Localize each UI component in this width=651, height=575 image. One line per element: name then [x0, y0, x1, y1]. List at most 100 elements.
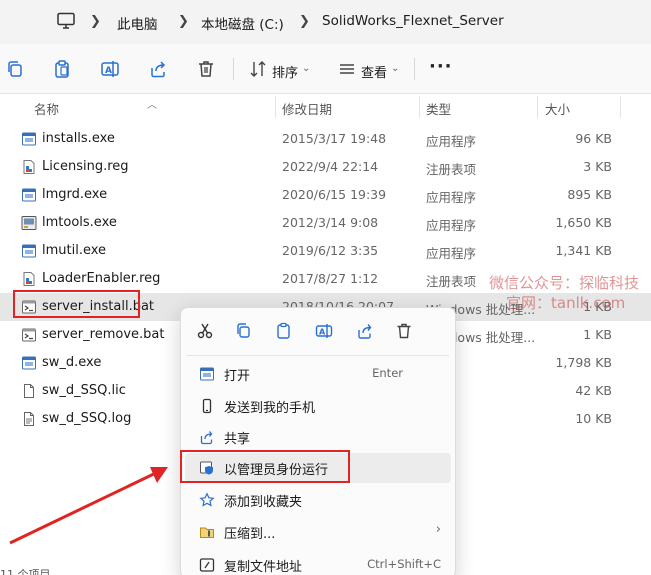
column-header-row: 名称 修改日期 类型 大小 — [0, 94, 651, 120]
menu-item-compress[interactable]: 压缩到... › — [185, 517, 451, 547]
paste-icon[interactable] — [275, 322, 293, 340]
menu-item-add-to-favorites[interactable]: 添加到收藏夹 — [185, 485, 451, 515]
breadcrumb-folder[interactable]: SolidWorks_Flexnet_Server — [322, 13, 504, 29]
file-type: 应用程序 — [426, 218, 477, 233]
column-divider[interactable] — [537, 96, 538, 118]
rename-icon[interactable]: A — [315, 322, 333, 340]
column-divider[interactable] — [275, 96, 276, 118]
file-size: 895 KB — [567, 187, 612, 202]
file-name: LoaderEnabler.reg — [42, 271, 161, 286]
file-name: sw_d_SSQ.lic — [42, 383, 126, 398]
column-header-name[interactable]: 名称 — [34, 99, 59, 118]
share-icon[interactable] — [356, 322, 374, 340]
file-name: sw_d.exe — [42, 355, 102, 370]
selected-file-highlight — [13, 290, 140, 318]
chevron-right-icon: ❯ — [90, 14, 101, 29]
breadcrumb-this-pc[interactable]: 此电脑 — [117, 13, 158, 33]
svg-text:A: A — [319, 328, 326, 337]
menu-item-label: 打开 — [224, 369, 251, 384]
menu-item-label: 复制文件地址 — [224, 560, 303, 575]
svg-text:A: A — [105, 66, 112, 76]
menu-item-label: 添加到收藏夹 — [224, 495, 303, 510]
chevron-right-icon: › — [435, 522, 441, 537]
reg-icon — [23, 160, 35, 174]
exe-icon — [21, 216, 37, 230]
file-row[interactable]: lmgrd.exe 2020/6/15 19:39 应用程序 895 KB — [0, 181, 651, 209]
file-row[interactable]: Licensing.reg 2022/9/4 22:14 注册表项 3 KB — [0, 153, 651, 181]
menu-item-share[interactable]: 共享 — [185, 422, 451, 452]
file-size: 10 KB — [575, 411, 612, 426]
file-type: 应用程序 — [426, 246, 477, 261]
more-options-icon[interactable]: ··· — [429, 56, 453, 77]
watermark-wechat: 微信公众号：探临科技 — [489, 274, 640, 292]
text-file-icon — [24, 412, 34, 426]
cut-icon[interactable] — [196, 322, 214, 340]
file-name: installs.exe — [42, 131, 115, 146]
toolbar-divider — [233, 58, 234, 80]
paste-icon[interactable] — [52, 59, 72, 79]
column-divider[interactable] — [419, 96, 420, 118]
share-icon[interactable] — [148, 59, 168, 79]
sort-icon[interactable] — [248, 59, 268, 79]
file-date: 2015/3/17 19:48 — [282, 131, 387, 146]
menu-item-send-to-phone[interactable]: 发送到我的手机 — [185, 391, 451, 421]
file-row[interactable]: lmutil.exe 2019/6/12 3:35 应用程序 1,341 KB — [0, 237, 651, 265]
file-type: 注册表项 — [426, 162, 477, 177]
star-icon — [199, 492, 215, 507]
file-icon — [24, 384, 34, 398]
context-menu-divider — [187, 355, 449, 356]
exe-icon — [22, 132, 36, 146]
file-size: 1 KB — [583, 327, 612, 342]
view-icon[interactable] — [337, 59, 357, 79]
file-size: 1,798 KB — [555, 355, 612, 370]
copy-icon[interactable] — [235, 322, 253, 340]
file-name: lmtools.exe — [42, 215, 117, 230]
run-as-admin-highlight — [180, 450, 350, 483]
reg-icon — [23, 272, 35, 286]
sort-button[interactable]: 排序 — [272, 62, 298, 81]
menu-item-copy-path[interactable]: 复制文件地址 Ctrl+Shift+C — [185, 550, 451, 575]
file-type: 应用程序 — [426, 190, 477, 205]
delete-icon[interactable] — [196, 59, 216, 79]
column-header-type[interactable]: 类型 — [426, 99, 451, 118]
view-button[interactable]: 查看 — [361, 62, 387, 81]
annotation-arrow-icon — [9, 467, 168, 545]
file-name: lmgrd.exe — [42, 187, 108, 202]
chevron-down-icon: ⌄ — [302, 63, 311, 74]
exe-icon — [22, 356, 36, 370]
file-date: 2012/3/14 9:08 — [282, 215, 379, 230]
sort-ascending-icon: ︿ — [147, 100, 157, 111]
bat-icon — [22, 328, 36, 342]
exe-icon — [22, 188, 36, 202]
column-header-size[interactable]: 大小 — [545, 99, 570, 118]
watermark-site: 官网：tanlk.com — [506, 294, 626, 312]
menu-item-shortcut: Ctrl+Shift+C — [367, 557, 441, 571]
copy-icon[interactable] — [5, 59, 25, 79]
file-size: 1,341 KB — [555, 243, 612, 258]
breadcrumb-local-disk[interactable]: 本地磁盘 (C:) — [201, 13, 284, 33]
path-icon — [199, 558, 215, 572]
chevron-right-icon: ❯ — [299, 14, 310, 29]
rename-icon[interactable]: A — [100, 59, 120, 79]
file-size: 96 KB — [575, 131, 612, 146]
menu-item-label: 共享 — [224, 432, 251, 447]
command-bar: A 排序 ⌄ 查看 ⌄ ··· — [0, 44, 651, 94]
menu-item-label: 发送到我的手机 — [224, 401, 316, 416]
delete-icon[interactable] — [395, 322, 413, 340]
address-bar[interactable]: ❯ 此电脑 ❯ 本地磁盘 (C:) ❯ SolidWorks_Flexnet_S… — [0, 0, 651, 44]
file-size: 1,650 KB — [555, 215, 612, 230]
menu-item-label: 压缩到... — [224, 527, 276, 542]
menu-item-open[interactable]: 打开 Enter — [185, 359, 451, 389]
file-row[interactable]: installs.exe 2015/3/17 19:48 应用程序 96 KB — [0, 125, 651, 153]
share-icon — [200, 431, 213, 445]
menu-item-shortcut: Enter — [372, 366, 403, 380]
file-date: 2017/8/27 1:12 — [282, 271, 379, 286]
file-row[interactable]: lmtools.exe 2012/3/14 9:08 应用程序 1,650 KB — [0, 209, 651, 237]
file-name: sw_d_SSQ.log — [42, 411, 132, 426]
computer-icon[interactable] — [56, 12, 76, 30]
file-name: server_remove.bat — [42, 327, 165, 342]
column-header-date[interactable]: 修改日期 — [282, 99, 332, 118]
column-divider[interactable] — [620, 96, 621, 118]
chevron-right-icon: ❯ — [178, 14, 189, 29]
phone-icon — [202, 398, 212, 414]
